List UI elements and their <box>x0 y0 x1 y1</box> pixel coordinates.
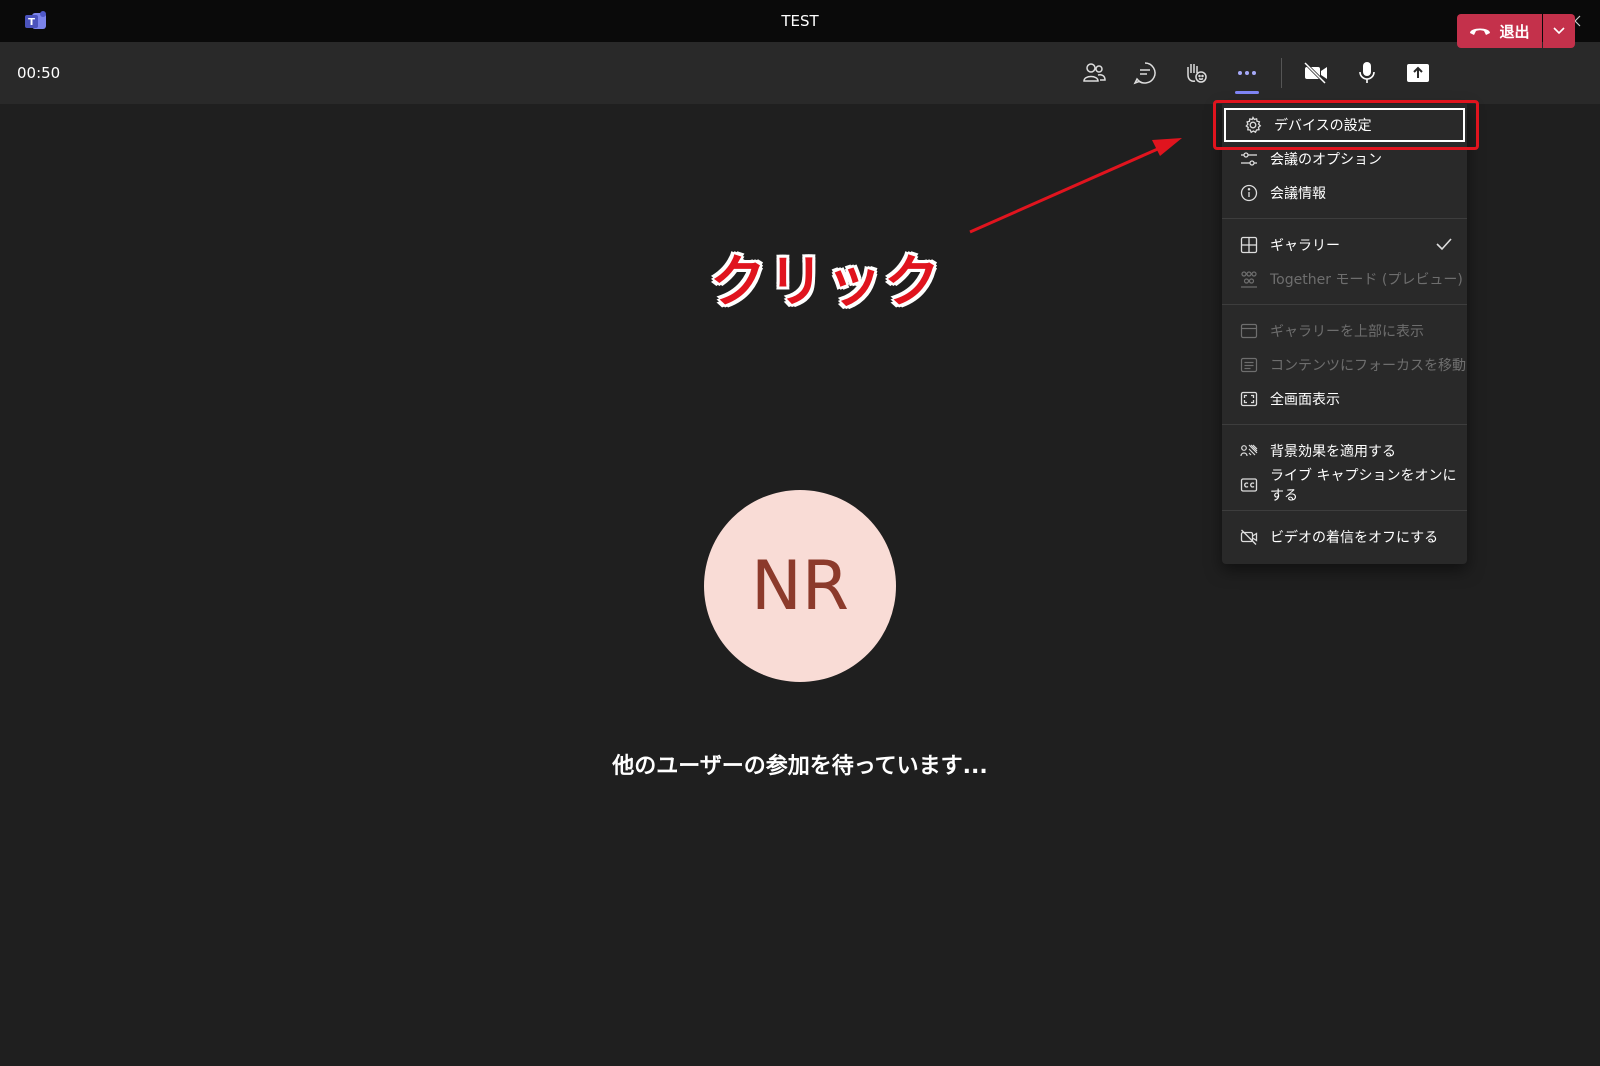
menu-divider <box>1222 304 1467 305</box>
menu-divider <box>1222 510 1467 511</box>
hang-up-icon <box>1470 28 1491 35</box>
more-icon <box>1238 71 1256 75</box>
menu-item-label: 背景効果を適用する <box>1270 444 1396 460</box>
raise-hand-icon <box>1187 64 1207 83</box>
chat-button[interactable] <box>1127 56 1163 90</box>
menu-item-label: ギャラリー <box>1270 238 1340 254</box>
highlight-annotation-box <box>1213 100 1479 150</box>
menu-divider <box>1222 218 1467 219</box>
fullscreen-icon <box>1240 390 1258 408</box>
waiting-status-text: 他のユーザーの参加を待っています... <box>612 754 988 779</box>
menu-item-live-captions[interactable]: ライブ キャプションをオンにする <box>1222 468 1467 504</box>
reactions-button[interactable] <box>1178 56 1214 90</box>
menu-item-gallery-top[interactable]: ギャラリーを上部に表示 <box>1222 314 1467 348</box>
menu-item-together-mode[interactable]: Together モード (プレビュー) <box>1222 262 1467 296</box>
more-actions-menu: デバイスの設定 会議のオプション 会議情報 ギャラリー Together モード… <box>1222 104 1467 564</box>
menu-item-label: ギャラリーを上部に表示 <box>1270 324 1424 340</box>
menu-item-background-effects[interactable]: 背景効果を適用する <box>1222 434 1467 468</box>
more-actions-button[interactable] <box>1229 56 1265 94</box>
title-bar: T TEST <box>0 0 1600 42</box>
microphone-icon <box>1359 62 1375 83</box>
participants-button[interactable] <box>1076 56 1112 90</box>
window-title: TEST <box>781 12 819 30</box>
toolbar-divider <box>1281 58 1282 88</box>
video-off-icon <box>1240 528 1258 546</box>
info-icon <box>1240 184 1258 202</box>
menu-item-meeting-info[interactable]: 会議情報 <box>1222 176 1467 210</box>
menu-item-gallery[interactable]: ギャラリー <box>1222 228 1467 262</box>
gallery-top-icon <box>1240 322 1258 340</box>
background-effects-icon <box>1240 442 1258 460</box>
grid-icon <box>1240 236 1258 254</box>
leave-options-button[interactable] <box>1543 14 1575 48</box>
focus-icon <box>1240 356 1258 374</box>
menu-item-label: Together モード (プレビュー) <box>1270 272 1463 288</box>
leave-button[interactable]: 退出 <box>1457 14 1542 48</box>
people-icon <box>1083 63 1106 82</box>
menu-divider <box>1222 424 1467 425</box>
leave-label: 退出 <box>1499 22 1530 41</box>
menu-item-incoming-video-off[interactable]: ビデオの着信をオフにする <box>1222 520 1467 554</box>
avatar: NR <box>704 490 896 682</box>
menu-item-focus-content[interactable]: コンテンツにフォーカスを移動 <box>1222 348 1467 382</box>
meeting-toolbar: 00:50 <box>0 42 1600 104</box>
share-tray-icon <box>1407 64 1429 82</box>
menu-item-label: コンテンツにフォーカスを移動 <box>1270 358 1466 374</box>
mic-toggle-button[interactable] <box>1349 56 1385 90</box>
annotation-click-label: クリック <box>710 250 942 315</box>
call-timer: 00:50 <box>17 64 61 82</box>
menu-item-label: ビデオの着信をオフにする <box>1270 530 1439 546</box>
cc-icon <box>1240 476 1258 494</box>
menu-item-label: 会議のオプション <box>1270 152 1382 168</box>
menu-item-label: ライブ キャプションをオンにする <box>1270 468 1457 504</box>
together-icon <box>1240 270 1258 288</box>
camera-toggle-button[interactable] <box>1298 56 1334 90</box>
camera-off-icon <box>1303 62 1327 84</box>
sliders-icon <box>1240 150 1258 168</box>
share-screen-button[interactable] <box>1400 56 1436 90</box>
checkmark-icon <box>1436 238 1452 251</box>
active-indicator <box>1235 91 1259 94</box>
menu-item-label: 全画面表示 <box>1270 392 1340 408</box>
menu-item-fullscreen[interactable]: 全画面表示 <box>1222 382 1467 416</box>
menu-item-label: 会議情報 <box>1270 186 1326 202</box>
chat-icon <box>1133 62 1156 85</box>
chevron-down-icon <box>1553 27 1565 35</box>
